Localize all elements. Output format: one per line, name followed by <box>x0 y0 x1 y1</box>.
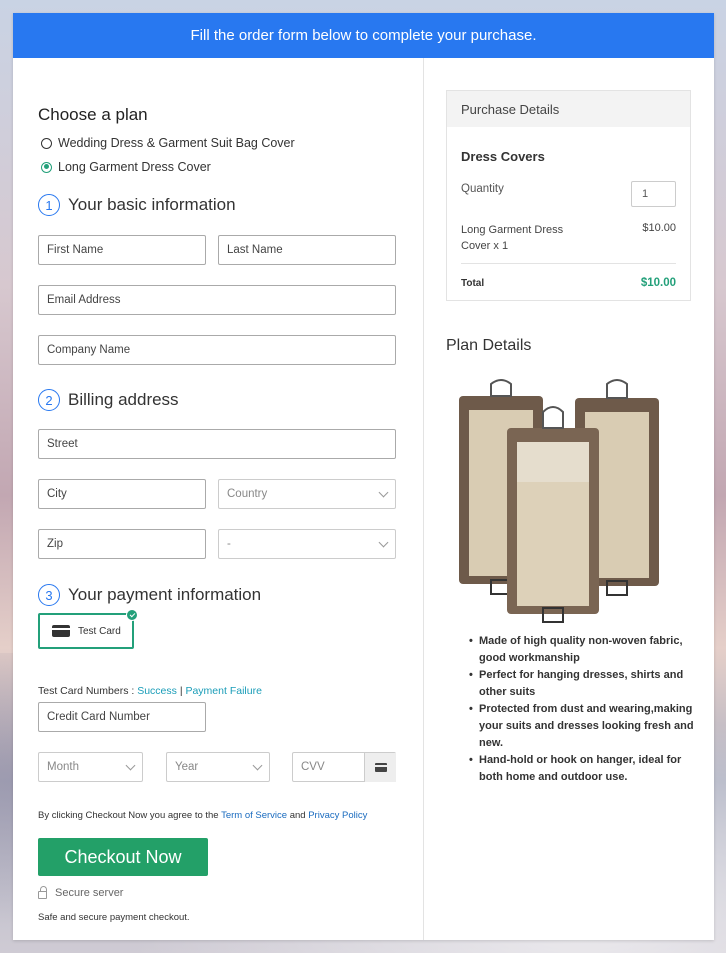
chevron-down-icon <box>378 487 389 497</box>
total-label: Total <box>461 278 485 289</box>
list-item: Perfect for hanging dresses, shirts and … <box>469 667 699 701</box>
product-title: Dress Covers <box>461 149 545 164</box>
last-name-input[interactable]: Last Name <box>218 235 396 265</box>
email-input[interactable]: Email Address <box>38 285 396 315</box>
credit-card-icon <box>52 625 70 637</box>
plan-features-list: Made of high quality non-woven fabric, g… <box>469 633 699 786</box>
plan-heading: Choose a plan <box>38 105 148 124</box>
summary-panel: Purchase Details Dress Covers Quantity 1… <box>424 58 714 940</box>
section-title: Your payment information <box>68 585 262 604</box>
list-item: Protected from dust and wearing,making y… <box>469 701 699 752</box>
city-input[interactable]: City <box>38 479 206 509</box>
banner-text: Fill the order form below to complete yo… <box>190 27 537 44</box>
purchase-details-header: Purchase Details <box>447 91 690 127</box>
test-card-numbers: Test Card Numbers : Success | Payment Fa… <box>38 685 262 697</box>
step-number-2: 2 <box>38 389 60 411</box>
list-item: Hand-hold or hook on hanger, ideal for b… <box>469 752 699 786</box>
state-select[interactable]: - <box>218 529 396 559</box>
card-number-input[interactable]: Credit Card Number <box>38 702 206 732</box>
chevron-down-icon <box>378 537 389 547</box>
secure-server: Secure server <box>38 886 123 899</box>
lock-icon <box>38 886 47 899</box>
success-link[interactable]: Success <box>137 685 177 697</box>
safe-payment-text: Safe and secure payment checkout. <box>38 912 190 923</box>
agreement-text: By clicking Checkout Now you agree to th… <box>38 810 368 821</box>
plan-details-title: Plan Details <box>446 337 532 354</box>
checkout-button[interactable]: Checkout Now <box>38 838 208 876</box>
divider <box>461 263 676 264</box>
plan-option-wedding[interactable]: Wedding Dress & Garment Suit Bag Cover <box>41 136 295 150</box>
top-banner: Fill the order form below to complete yo… <box>13 13 714 58</box>
year-select[interactable]: Year <box>166 752 270 782</box>
test-card-option[interactable]: Test Card <box>38 609 138 649</box>
section-title: Your basic information <box>68 195 236 214</box>
line-item-price: $10.00 <box>642 222 676 234</box>
section-title: Billing address <box>68 390 179 409</box>
chevron-down-icon <box>125 760 136 770</box>
section-billing: 2 Billing address <box>38 389 179 411</box>
quantity-input[interactable]: 1 <box>631 181 676 207</box>
street-input[interactable]: Street <box>38 429 396 459</box>
total-value: $10.00 <box>640 277 676 289</box>
terms-link[interactable]: Term of Service <box>221 810 287 821</box>
country-select[interactable]: Country <box>218 479 396 509</box>
plan-option-long[interactable]: Long Garment Dress Cover <box>41 160 211 174</box>
section-basic-info: 1 Your basic information <box>38 194 236 216</box>
month-select[interactable]: Month <box>38 752 143 782</box>
step-number-1: 1 <box>38 194 60 216</box>
checkout-card: Fill the order form below to complete yo… <box>13 13 714 940</box>
list-item: Made of high quality non-woven fabric, g… <box>469 633 699 667</box>
payment-failure-link[interactable]: Payment Failure <box>185 685 261 697</box>
cvv-card-icon <box>364 753 396 782</box>
company-input[interactable]: Company Name <box>38 335 396 365</box>
plan-option-label: Long Garment Dress Cover <box>58 160 211 174</box>
check-icon <box>126 609 138 621</box>
first-name-input[interactable]: First Name <box>38 235 206 265</box>
radio-unchecked-icon[interactable] <box>41 137 52 149</box>
order-form: Choose a plan Wedding Dress & Garment Su… <box>13 58 423 940</box>
product-image <box>459 379 659 623</box>
garment-bag-front <box>507 406 599 623</box>
section-payment: 3 Your payment information <box>38 584 261 606</box>
chevron-down-icon <box>252 760 263 770</box>
privacy-link[interactable]: Privacy Policy <box>308 810 367 821</box>
radio-checked-icon[interactable] <box>41 161 52 173</box>
line-item-name: Long Garment Dress Cover x 1 <box>461 224 564 252</box>
plan-option-label: Wedding Dress & Garment Suit Bag Cover <box>58 136 295 150</box>
zip-input[interactable]: Zip <box>38 529 206 559</box>
test-card-label: Test Card <box>78 625 121 637</box>
purchase-details: Purchase Details Dress Covers Quantity 1… <box>446 90 691 301</box>
step-number-3: 3 <box>38 584 60 606</box>
quantity-label: Quantity <box>461 183 504 195</box>
